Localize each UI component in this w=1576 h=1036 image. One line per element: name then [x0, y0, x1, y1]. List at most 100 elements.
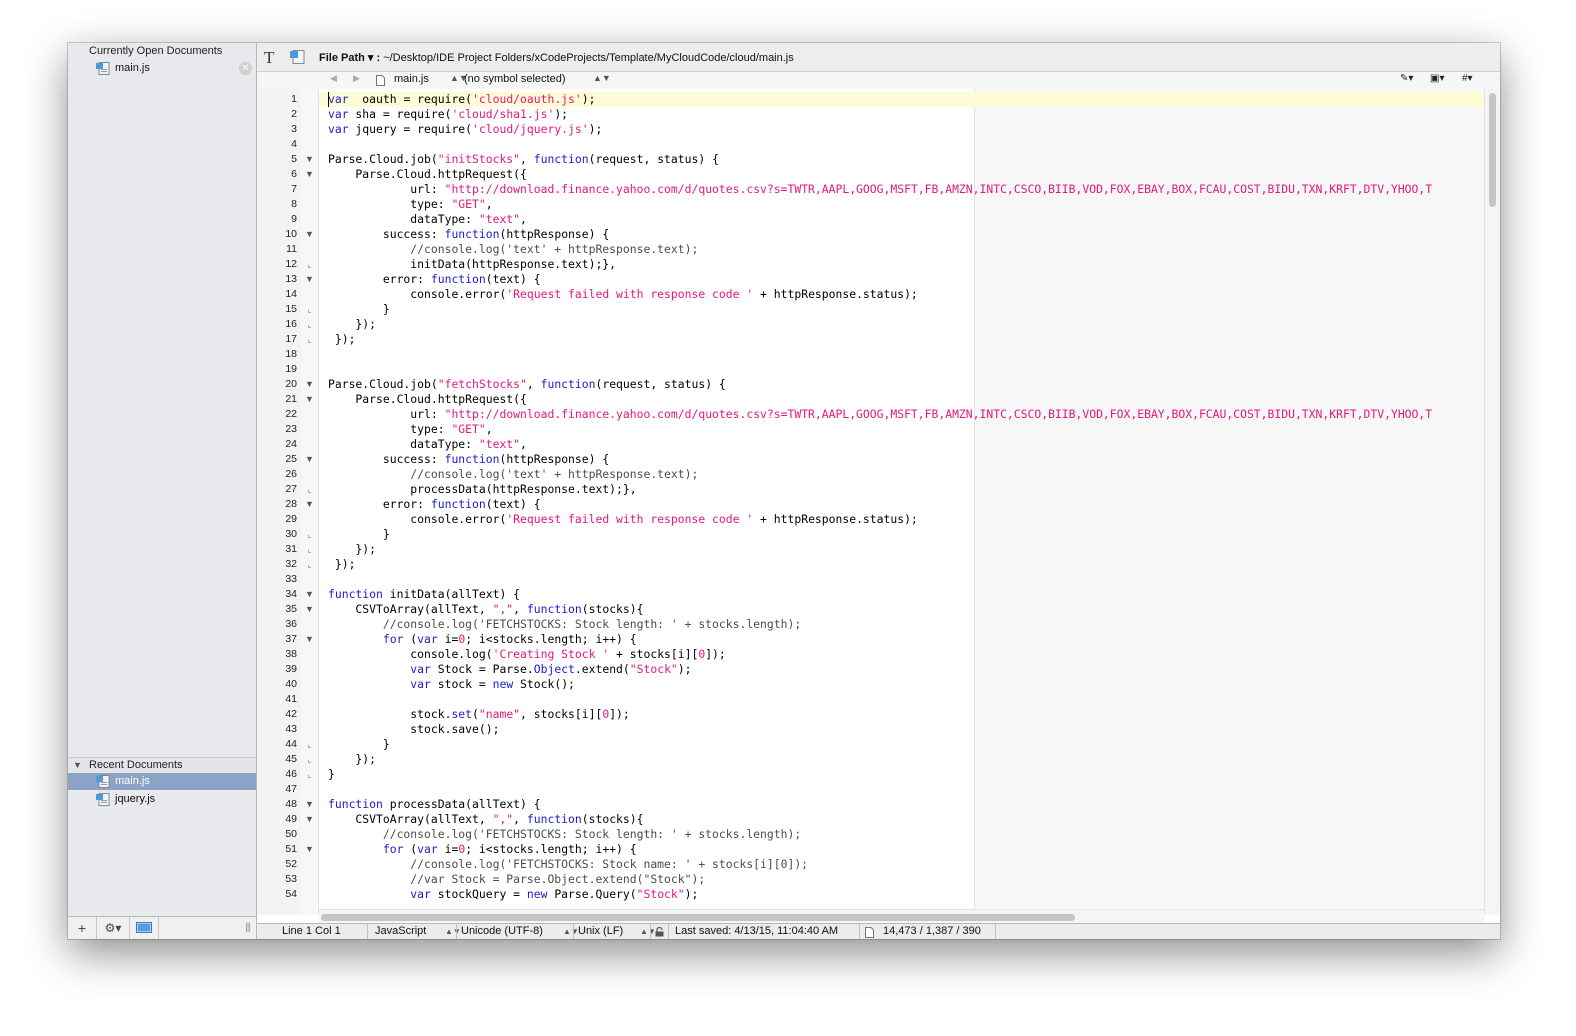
code-line[interactable]: url: "http://download.finance.yahoo.com/… — [328, 182, 1432, 197]
code-line[interactable]: }); — [328, 752, 376, 767]
fold-triangle-icon[interactable]: ▼ — [304, 167, 315, 182]
code-line[interactable]: type: "GET", — [328, 422, 492, 437]
code-line[interactable]: CSVToArray(allText, ",", function(stocks… — [328, 812, 643, 827]
code-line[interactable]: //var Stock = Parse.Object.extend("Stock… — [328, 872, 705, 887]
fold-end-icon[interactable]: ⌞ — [304, 257, 315, 272]
code-line[interactable]: } — [328, 737, 390, 752]
file-popup[interactable]: main.js — [394, 73, 429, 85]
code-line[interactable]: Parse.Cloud.httpRequest({ — [328, 167, 526, 182]
cursor-position[interactable]: Line 1 Col 1 — [282, 925, 341, 937]
code-line[interactable]: } — [328, 767, 335, 782]
js-file-icon[interactable] — [289, 49, 305, 65]
sidebar-toggle-button[interactable] — [130, 917, 159, 939]
back-arrow-icon[interactable]: ◀ — [330, 73, 337, 84]
fold-triangle-icon[interactable]: ▼ — [304, 587, 315, 602]
fold-end-icon[interactable]: ⌞ — [304, 317, 315, 332]
disclosure-triangle-icon[interactable]: ▼ — [73, 758, 82, 773]
code-line[interactable]: } — [328, 302, 390, 317]
line-endings-popup[interactable]: Unix (LF) — [578, 925, 623, 937]
code-line[interactable]: } — [328, 527, 390, 542]
code-line[interactable]: var jquery = require('cloud/jquery.js'); — [328, 122, 602, 137]
file-path-menu[interactable]: File Path ▾ : — [319, 52, 380, 64]
add-document-button[interactable]: + — [68, 917, 97, 939]
code-line[interactable]: dataType: "text", — [328, 212, 527, 227]
code-line[interactable]: }); — [328, 557, 356, 572]
fold-end-icon[interactable]: ⌞ — [304, 767, 315, 782]
close-document-icon[interactable]: ✕ — [239, 62, 252, 75]
code-line[interactable]: Parse.Cloud.httpRequest({ — [328, 392, 526, 407]
fold-triangle-icon[interactable]: ▼ — [304, 272, 315, 287]
code-line[interactable]: Parse.Cloud.job("initStocks", function(r… — [328, 152, 719, 167]
lock-icon[interactable] — [655, 927, 664, 937]
text-format-icon[interactable]: T — [264, 48, 274, 68]
code-line[interactable]: error: function(text) { — [328, 272, 541, 287]
symbol-popup[interactable]: (no symbol selected) — [464, 73, 566, 85]
fold-triangle-icon[interactable]: ▼ — [304, 797, 315, 812]
open-document-item[interactable]: main.js ✕ — [68, 60, 256, 77]
code-line[interactable]: success: function(httpResponse) { — [328, 227, 609, 242]
code-line[interactable]: initData(httpResponse.text);}, — [328, 257, 616, 272]
code-line[interactable]: //console.log('text' + httpResponse.text… — [328, 467, 698, 482]
code-line[interactable]: dataType: "text", — [328, 437, 527, 452]
code-line[interactable]: console.error('Request failed with respo… — [328, 287, 918, 302]
fold-triangle-icon[interactable]: ▼ — [304, 812, 315, 827]
code-line[interactable]: console.log('Creating Stock ' + stocks[i… — [328, 647, 726, 662]
code-line[interactable]: Parse.Cloud.job("fetchStocks", function(… — [328, 377, 726, 392]
horizontal-scroll-thumb[interactable] — [321, 914, 1075, 921]
fold-end-icon[interactable]: ⌞ — [304, 482, 315, 497]
code-line[interactable]: var stockQuery = new Parse.Query("Stock"… — [328, 887, 698, 902]
code-line[interactable]: //console.log('FETCHSTOCKS: Stock length… — [328, 827, 801, 842]
fold-triangle-icon[interactable]: ▼ — [304, 602, 315, 617]
code-line[interactable]: //console.log('text' + httpResponse.text… — [328, 242, 698, 257]
code-line[interactable]: stock.set("name", stocks[i][0]); — [328, 707, 630, 722]
fold-end-icon[interactable]: ⌞ — [304, 542, 315, 557]
code-line[interactable]: CSVToArray(allText, ",", function(stocks… — [328, 602, 643, 617]
code-line[interactable]: }); — [328, 542, 376, 557]
code-line[interactable]: var Stock = Parse.Object.extend("Stock")… — [328, 662, 691, 677]
code-line[interactable]: var sha = require('cloud/sha1.js'); — [328, 107, 568, 122]
code-line[interactable]: success: function(httpResponse) { — [328, 452, 609, 467]
code-line[interactable]: //console.log('FETCHSTOCKS: Stock name: … — [328, 857, 808, 872]
language-popup[interactable]: JavaScript — [375, 925, 426, 937]
code-line[interactable]: function initData(allText) { — [328, 587, 520, 602]
resize-grip-icon[interactable]: ||| — [245, 922, 251, 933]
fold-end-icon[interactable]: ⌞ — [304, 332, 315, 347]
action-menu-button[interactable]: ⚙▾ — [97, 917, 130, 939]
code-editor[interactable]: var oauth = require('cloud/oauth.js'); va… — [319, 89, 1484, 915]
code-line[interactable]: function processData(allText) { — [328, 797, 541, 812]
fold-triangle-icon[interactable]: ▼ — [304, 152, 315, 167]
code-line[interactable]: url: "http://download.finance.yahoo.com/… — [328, 407, 1432, 422]
fold-end-icon[interactable]: ⌞ — [304, 752, 315, 767]
horizontal-scrollbar[interactable] — [319, 909, 1484, 924]
code-line[interactable]: type: "GET", — [328, 197, 492, 212]
code-line[interactable]: }); — [328, 332, 356, 347]
vertical-scrollbar[interactable] — [1484, 89, 1500, 915]
fold-triangle-icon[interactable]: ▼ — [304, 227, 315, 242]
fold-triangle-icon[interactable]: ▼ — [304, 842, 315, 857]
fold-end-icon[interactable]: ⌞ — [304, 557, 315, 572]
code-line[interactable]: for (var i=0; i<stocks.length; i++) { — [328, 842, 637, 857]
fold-triangle-icon[interactable]: ▼ — [304, 452, 315, 467]
code-line[interactable]: console.error('Request failed with respo… — [328, 512, 918, 527]
code-line[interactable]: var oauth = require('cloud/oauth.js'); — [328, 92, 595, 107]
forward-arrow-icon[interactable]: ▶ — [353, 73, 360, 84]
marker-menu-icon[interactable]: ✎▾ — [1400, 73, 1413, 84]
code-line[interactable]: for (var i=0; i<stocks.length; i++) { — [328, 632, 637, 647]
vertical-scroll-thumb[interactable] — [1489, 93, 1496, 207]
fold-triangle-icon[interactable]: ▼ — [304, 632, 315, 647]
fold-end-icon[interactable]: ⌞ — [304, 527, 315, 542]
code-line[interactable]: stock.save(); — [328, 722, 499, 737]
code-line[interactable]: //console.log('FETCHSTOCKS: Stock length… — [328, 617, 801, 632]
snippets-menu-icon[interactable]: ▣▾ — [1430, 73, 1444, 84]
recent-document-item[interactable]: main.js — [68, 773, 256, 790]
code-line[interactable]: var stock = new Stock(); — [328, 677, 575, 692]
fold-end-icon[interactable]: ⌞ — [304, 737, 315, 752]
encoding-popup[interactable]: Unicode (UTF-8) — [461, 925, 543, 937]
fold-triangle-icon[interactable]: ▼ — [304, 377, 315, 392]
code-line[interactable]: error: function(text) { — [328, 497, 541, 512]
code-line[interactable]: }); — [328, 317, 376, 332]
recent-document-item[interactable]: jquery.js — [68, 791, 256, 808]
hash-menu-icon[interactable]: #▾ — [1462, 73, 1473, 84]
recent-documents-header[interactable]: ▼ Recent Documents — [68, 757, 256, 772]
fold-end-icon[interactable]: ⌞ — [304, 302, 315, 317]
